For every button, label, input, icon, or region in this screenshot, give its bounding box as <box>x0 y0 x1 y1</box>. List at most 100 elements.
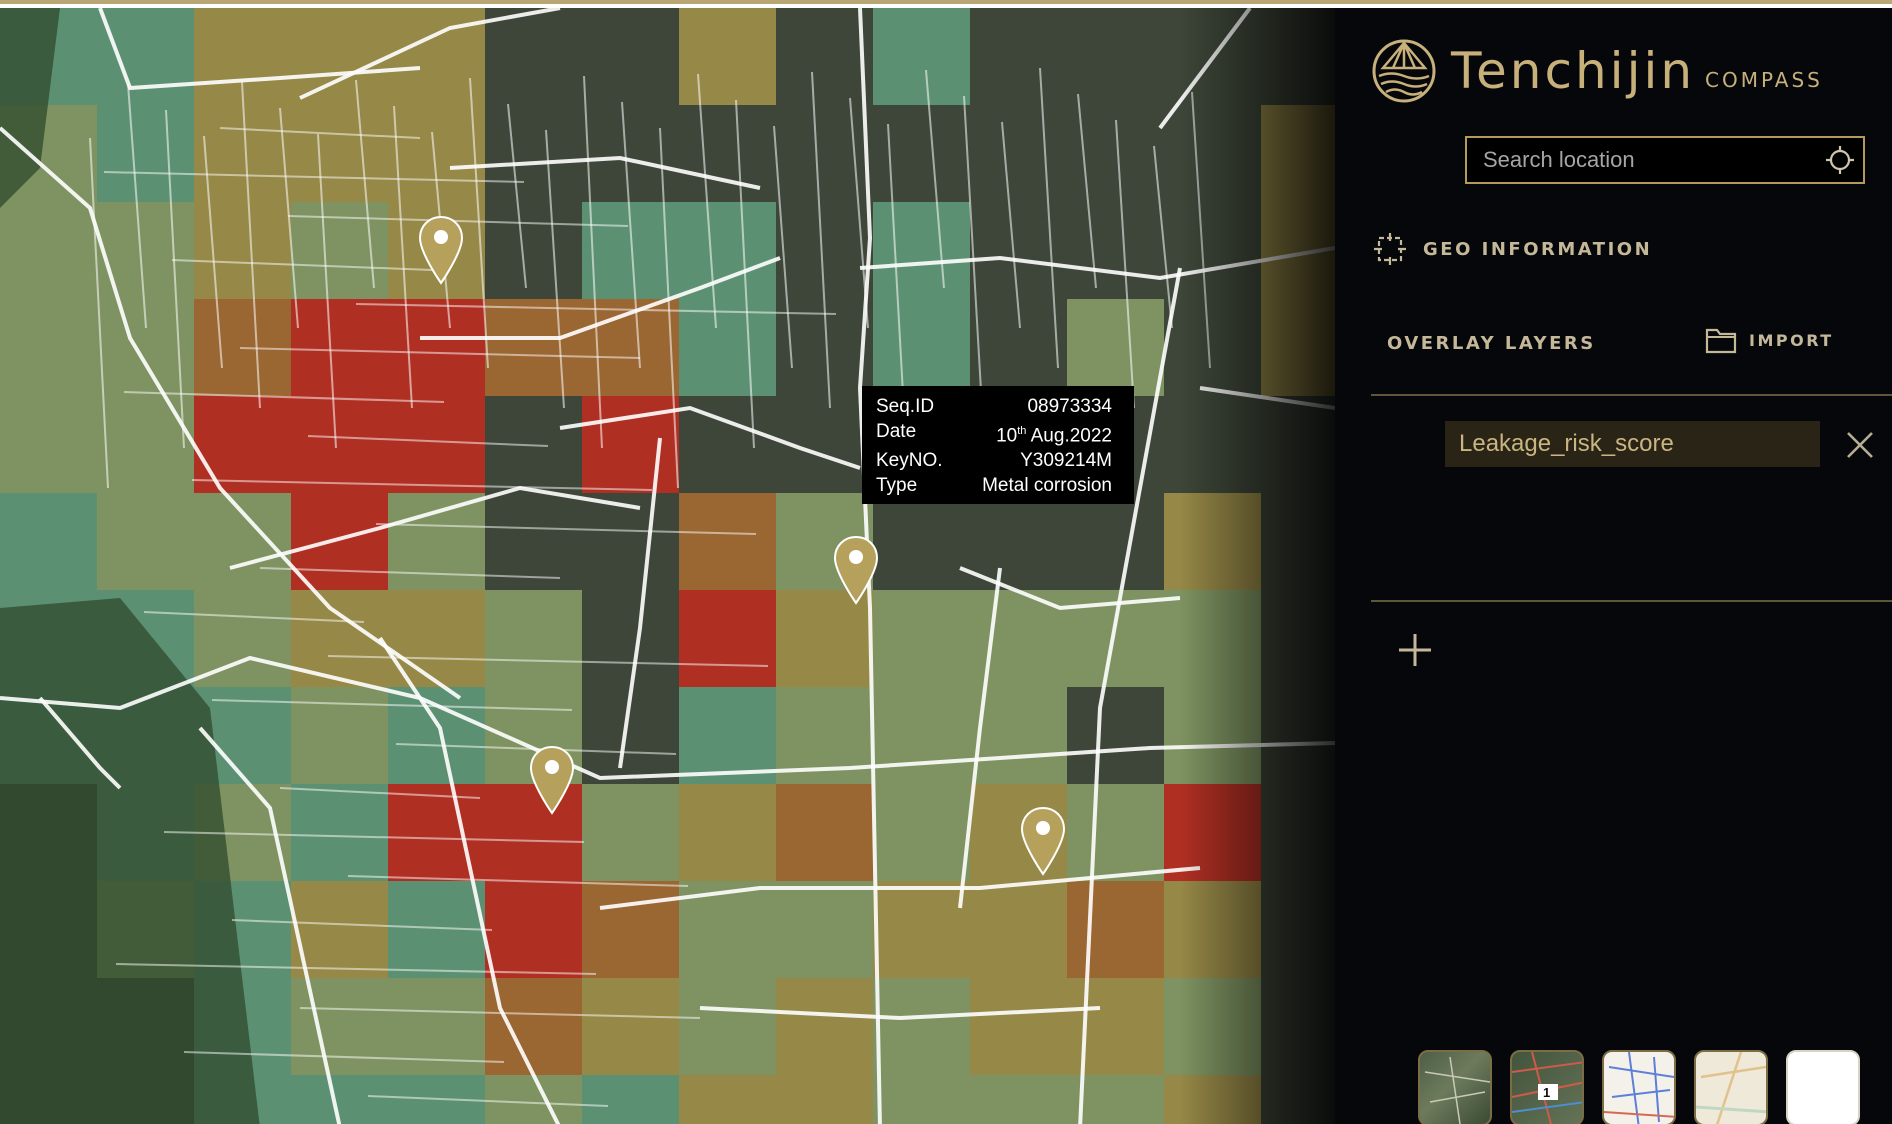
layer-item[interactable]: Leakage_risk_score <box>1445 421 1820 467</box>
risk-grid-cell <box>291 105 388 202</box>
risk-grid-cell <box>970 8 1067 105</box>
risk-grid-cell <box>679 105 776 202</box>
risk-grid-cell <box>1067 881 1164 978</box>
risk-grid-cell <box>97 396 194 493</box>
risk-grid-cell <box>291 299 388 396</box>
risk-grid-cell <box>679 784 776 881</box>
risk-grid-cell <box>291 8 388 105</box>
risk-grid-cell <box>1067 784 1164 881</box>
map-pin-icon[interactable] <box>1019 806 1067 878</box>
risk-grid-cell <box>485 299 582 396</box>
risk-grid-cell <box>582 105 679 202</box>
geo-information-row[interactable]: GEO INFORMATION <box>1373 232 1652 266</box>
risk-grid-cell <box>388 299 485 396</box>
risk-grid-cell <box>0 493 97 590</box>
geo-information-label: GEO INFORMATION <box>1423 238 1653 260</box>
app-window: Seq.ID 08973334 Date 10th Aug.2022 KeyNO… <box>0 0 1892 1124</box>
risk-grid-cell <box>485 8 582 105</box>
map-pin-icon[interactable] <box>528 745 576 817</box>
risk-grid-cell <box>194 396 291 493</box>
tooltip-key: Type <box>876 475 918 497</box>
risk-grid-cell <box>0 202 97 299</box>
brand-subtitle: COMPASS <box>1705 68 1823 92</box>
risk-grid-cell <box>291 396 388 493</box>
risk-grid-cell <box>1067 299 1164 396</box>
tooltip-value: 10th Aug.2022 <box>996 425 1112 447</box>
tooltip-value: Y309214M <box>1020 450 1112 472</box>
risk-grid-cell <box>873 202 970 299</box>
risk-grid-cell <box>776 978 873 1075</box>
risk-grid-cell <box>873 687 970 784</box>
risk-grid-cell <box>1067 202 1164 299</box>
import-label: IMPORT <box>1749 330 1834 350</box>
risk-grid-cell <box>291 687 388 784</box>
search-input[interactable] <box>1467 146 1817 174</box>
basemap-thumbnail-street[interactable] <box>1602 1050 1676 1124</box>
risk-grid-cell <box>776 881 873 978</box>
risk-grid-cell <box>776 1075 873 1124</box>
import-button[interactable]: IMPORT <box>1705 326 1834 354</box>
tooltip-row-seq-id: Seq.ID 08973334 <box>876 394 1122 419</box>
divider <box>1371 394 1892 396</box>
close-icon[interactable] <box>1843 428 1877 462</box>
basemap-thumbnail-pipeline[interactable]: 1 <box>1510 1050 1584 1124</box>
map-pin-icon[interactable] <box>417 215 465 287</box>
risk-grid-cell <box>679 8 776 105</box>
risk-grid-cell <box>873 784 970 881</box>
risk-grid-cell <box>582 8 679 105</box>
map-pin-icon[interactable] <box>832 535 880 607</box>
brand-logo: Tenchijin COMPASS <box>1371 38 1823 104</box>
risk-grid-cell <box>0 396 97 493</box>
risk-grid-cell <box>970 978 1067 1075</box>
risk-grid-cell <box>1067 105 1164 202</box>
risk-grid-cell <box>485 1075 582 1124</box>
risk-grid-cell <box>970 105 1067 202</box>
tooltip-row-keyno: KeyNO. Y309214M <box>876 448 1122 473</box>
basemap-thumbnail-light[interactable] <box>1694 1050 1768 1124</box>
pin-info-tooltip: Seq.ID 08973334 Date 10th Aug.2022 KeyNO… <box>862 386 1134 504</box>
risk-grid-cell <box>873 105 970 202</box>
tooltip-key: Seq.ID <box>876 396 935 417</box>
map-edge-fade <box>1180 8 1335 1124</box>
locate-crosshair-icon[interactable] <box>1817 137 1863 183</box>
risk-grid-cell <box>582 978 679 1075</box>
risk-grid-cell <box>291 978 388 1075</box>
tooltip-key: KeyNO. <box>876 450 943 472</box>
risk-grid-cell <box>873 299 970 396</box>
risk-grid-cell <box>679 1075 776 1124</box>
risk-grid-cell <box>873 978 970 1075</box>
risk-grid-cell <box>388 687 485 784</box>
risk-grid-cell <box>776 784 873 881</box>
search-box <box>1465 136 1865 184</box>
risk-grid-cell <box>679 687 776 784</box>
divider <box>1371 600 1892 602</box>
risk-grid-cell <box>679 202 776 299</box>
risk-grid-cell <box>582 881 679 978</box>
risk-grid-cell <box>970 1075 1067 1124</box>
risk-grid-cell <box>485 590 582 687</box>
basemap-thumbnail-satellite[interactable] <box>1418 1050 1492 1124</box>
geo-frame-icon <box>1374 233 1406 265</box>
risk-grid-cell <box>194 202 291 299</box>
basemap-thumbnail-blank[interactable] <box>1786 1050 1860 1124</box>
side-panel: Tenchijin COMPASS GEO INFORMATION OVERLA… <box>1335 8 1892 1124</box>
map-canvas[interactable] <box>0 8 1335 1124</box>
folder-icon <box>1705 328 1737 354</box>
risk-grid-cell <box>1067 8 1164 105</box>
risk-grid-cell <box>97 105 194 202</box>
risk-grid-cell <box>1067 493 1164 590</box>
risk-grid-cell <box>388 396 485 493</box>
tooltip-row-type: Type Metal corrosion <box>876 473 1122 498</box>
thumbnail-badge: 1 <box>1543 1085 1551 1100</box>
risk-grid-cell <box>970 881 1067 978</box>
risk-grid-cell <box>1067 687 1164 784</box>
risk-grid-cell <box>873 590 970 687</box>
risk-grid-cell <box>485 105 582 202</box>
risk-grid-cell <box>679 493 776 590</box>
add-layer-plus-icon[interactable] <box>1395 630 1435 670</box>
risk-grid-cell <box>485 881 582 978</box>
risk-grid-cell <box>776 105 873 202</box>
layer-name: Leakage_risk_score <box>1459 430 1674 457</box>
map-view[interactable]: Seq.ID 08973334 Date 10th Aug.2022 KeyNO… <box>0 8 1335 1124</box>
risk-grid-cell <box>970 493 1067 590</box>
